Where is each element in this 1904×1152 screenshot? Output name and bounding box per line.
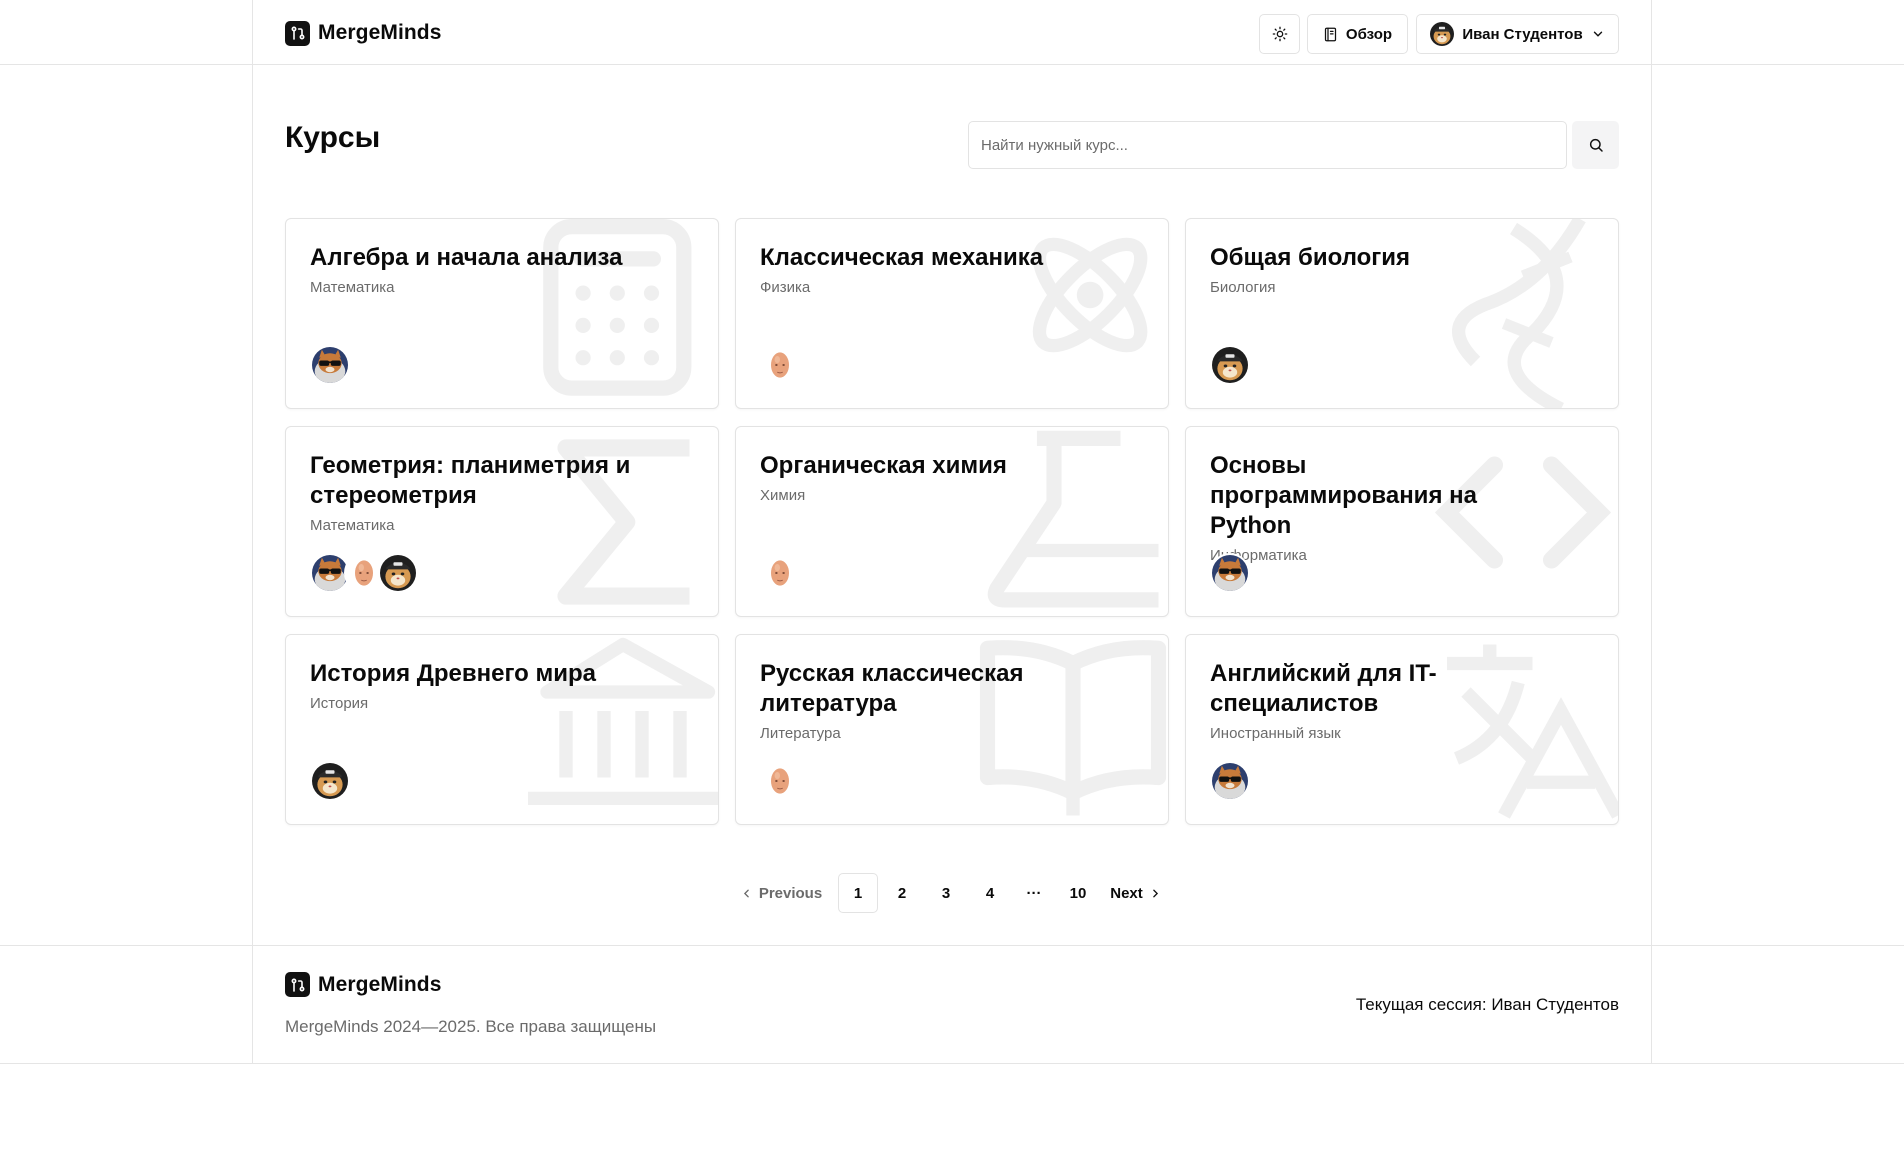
course-subject: Литература xyxy=(760,725,841,742)
user-avatar xyxy=(1430,22,1454,46)
user-name: Иван Студентов xyxy=(1462,25,1583,43)
course-card[interactable]: Органическая химия Химия xyxy=(735,426,1169,617)
course-subject: История xyxy=(310,695,369,712)
footer-top-divider xyxy=(0,945,1904,946)
pagination-previous[interactable]: Previous xyxy=(732,873,830,913)
current-session-text: Текущая сессия: Иван Студентов xyxy=(1355,995,1619,1014)
course-subject: Биология xyxy=(1210,279,1276,296)
teacher-avatar xyxy=(1210,761,1250,801)
page-title: Курсы xyxy=(285,121,381,154)
course-title: Геометрия: планиметрия и стереометрия xyxy=(310,452,631,509)
page-3[interactable]: 3 xyxy=(926,873,966,913)
course-title: Общая биология xyxy=(1210,244,1411,271)
course-subject: Физика xyxy=(760,279,811,296)
chevron-left-icon xyxy=(743,889,749,897)
sun-icon xyxy=(1272,26,1287,42)
teacher-avatar xyxy=(760,553,800,593)
footer-bottom-divider xyxy=(0,1063,1904,1064)
teacher-avatar xyxy=(310,761,350,801)
course-title: Основы программирования на Python xyxy=(1210,452,1477,539)
course-search-input[interactable] xyxy=(968,121,1567,169)
search-button[interactable] xyxy=(1572,121,1619,169)
course-title: Английский для IT-специалистов xyxy=(1210,660,1437,717)
course-subject: Химия xyxy=(760,487,806,504)
teacher-avatars xyxy=(310,761,350,801)
teacher-avatar xyxy=(760,761,800,801)
pagination-ellipsis: ··· xyxy=(1026,884,1042,902)
course-card[interactable]: Русская классическая литература Литератур… xyxy=(735,634,1169,825)
teacher-avatars xyxy=(760,761,800,801)
teacher-avatar xyxy=(310,345,350,385)
teacher-avatars xyxy=(1210,553,1250,593)
teacher-avatar xyxy=(378,553,418,593)
footer-brand-name: MergeMinds xyxy=(318,972,442,996)
course-card[interactable]: Алгебра и начала анализа Математика xyxy=(285,218,719,409)
teacher-avatars xyxy=(1210,345,1250,385)
git-pull-request-icon xyxy=(285,972,310,997)
course-card[interactable]: Английский для IT-специалистов Иностранны… xyxy=(1185,634,1619,825)
overview-label: Обзор xyxy=(1345,25,1393,43)
footer-brand[interactable]: MergeMinds xyxy=(285,972,442,997)
course-card[interactable]: Основы программирования на Python Информа… xyxy=(1185,426,1619,617)
git-pull-request-icon xyxy=(285,20,310,46)
overview-button[interactable]: Обзор xyxy=(1307,14,1408,54)
teacher-avatars xyxy=(760,345,800,385)
teacher-avatar xyxy=(1210,553,1250,593)
top-navbar: MergeMinds Обзор Иван Студентов xyxy=(285,14,1619,54)
course-title: История Древнего мира xyxy=(310,660,597,687)
pagination: Previous 1 2 3 4 ··· 10 Next xyxy=(732,873,1168,913)
teacher-avatars xyxy=(310,553,418,593)
teacher-avatar xyxy=(760,345,800,385)
header-divider xyxy=(0,64,1904,65)
pagination-next[interactable]: Next xyxy=(1104,873,1168,913)
course-subject: Математика xyxy=(310,279,395,296)
theme-toggle-button[interactable] xyxy=(1259,14,1300,54)
notebook-icon xyxy=(1324,27,1337,41)
teacher-avatars xyxy=(760,553,800,593)
course-subject: Математика xyxy=(310,517,395,534)
previous-label: Previous xyxy=(758,884,823,902)
teacher-avatars xyxy=(1210,761,1250,801)
chevron-right-icon xyxy=(1152,889,1158,897)
course-card[interactable]: Общая биология Биология xyxy=(1185,218,1619,409)
search-icon xyxy=(1589,138,1603,152)
teacher-avatars xyxy=(310,345,350,385)
next-label: Next xyxy=(1110,884,1143,902)
course-card[interactable]: Геометрия: планиметрия и стереометрия Мат… xyxy=(285,426,719,617)
course-title: Алгебра и начала анализа xyxy=(310,244,623,271)
course-card[interactable]: Классическая механика Физика xyxy=(735,218,1169,409)
course-subject: Иностранный язык xyxy=(1210,725,1341,742)
brand-name: MergeMinds xyxy=(318,21,442,44)
course-title: Органическая химия xyxy=(760,452,1007,479)
user-menu-button[interactable]: Иван Студентов xyxy=(1416,14,1619,54)
chevron-down-icon xyxy=(1593,31,1602,37)
page-2[interactable]: 2 xyxy=(882,873,922,913)
course-card[interactable]: История Древнего мира История xyxy=(285,634,719,825)
teacher-avatar xyxy=(1210,345,1250,385)
course-title: Классическая механика xyxy=(760,244,1044,271)
course-title: Русская классическая литература xyxy=(760,660,1024,717)
page-1[interactable]: 1 xyxy=(838,873,878,913)
copyright-text: MergeMinds 2024—2025. Все права защищены xyxy=(285,1017,657,1036)
page-10[interactable]: 10 xyxy=(1058,873,1098,913)
brand-link[interactable]: MergeMinds xyxy=(285,20,442,46)
page-4[interactable]: 4 xyxy=(970,873,1010,913)
